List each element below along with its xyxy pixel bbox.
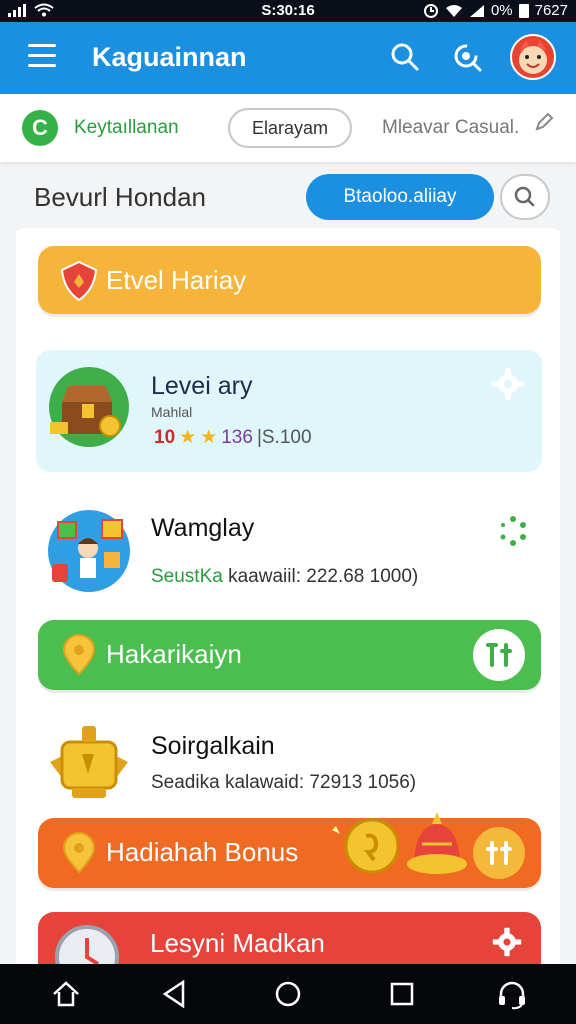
section-title: Bevurl Hondan	[34, 182, 206, 212]
casual-filter-link[interactable]: Mleavar Casual.	[382, 117, 519, 139]
back-icon[interactable]	[158, 978, 190, 1010]
location-pin-icon	[62, 634, 96, 676]
tools-icon	[486, 841, 512, 865]
tools-button[interactable]	[473, 827, 525, 879]
banner-label: Hadiahah Bonus	[106, 837, 299, 867]
refresh-icon[interactable]	[450, 40, 484, 74]
filter-bar: C Keytaıllanan Elarayam Mleavar Casual.	[0, 94, 576, 162]
status-bar: S:30:16 0% 7627	[0, 0, 576, 22]
battery-icon	[518, 3, 529, 18]
menu-icon[interactable]	[28, 44, 56, 70]
battery-level: 0%	[490, 2, 513, 19]
headset-icon[interactable]	[496, 978, 528, 1010]
category-pill-button[interactable]: Btaoloo.aliiay	[306, 174, 494, 220]
card-title: Soirgalkain	[151, 732, 275, 760]
pen-icon[interactable]	[534, 112, 554, 132]
loading-icon	[500, 516, 526, 546]
status-clock: 7627	[534, 2, 568, 19]
shield-icon	[60, 260, 98, 302]
gear-icon[interactable]	[490, 366, 526, 402]
card-ratings-count: 136	[221, 426, 253, 448]
app-bar: Kaguainnan	[0, 22, 576, 94]
card-tag: Mahlal	[151, 404, 193, 420]
game-card[interactable]: Soirgalkain Seadika kalawaid: 72913 1056…	[36, 708, 542, 808]
circle-home-icon[interactable]	[272, 978, 304, 1010]
card-plays: |S.100	[256, 426, 312, 448]
card-subtitle: SeustKa kaawaiil: 222.68 1000)	[151, 566, 418, 588]
treasure-chest-icon	[49, 367, 129, 447]
game-card[interactable]: Levei ary Mahlal 10 ★ ★ 136 |S.100	[36, 350, 542, 472]
banner-lesyni[interactable]: Lesyni Madkan	[38, 912, 541, 989]
card-stats: 10 ★ ★ 136 |S.100	[154, 426, 312, 449]
star-icon: ★	[179, 427, 197, 448]
brand-name[interactable]: Keytaıllanan	[74, 117, 179, 139]
search-icon[interactable]	[388, 40, 422, 74]
cell-icon	[469, 4, 484, 17]
app-title: Kaguainnan	[92, 42, 247, 72]
banner-hakari[interactable]: Hakarikaiyn	[38, 620, 541, 690]
tools-button[interactable]	[473, 629, 525, 681]
banner-level[interactable]: Etvel Hariay	[38, 246, 541, 314]
tools-icon	[486, 643, 512, 667]
section-search-button[interactable]	[500, 174, 550, 220]
search-icon	[514, 186, 535, 207]
card-title: Wamglay	[151, 514, 255, 542]
home-icon[interactable]	[50, 978, 82, 1010]
card-subtitle-highlight: SeustKa	[151, 566, 223, 587]
location-pin-icon	[62, 832, 96, 874]
star-icon: ★	[200, 427, 218, 448]
game-card[interactable]: Wamglay SeustKa kaawaiil: 222.68 1000)	[36, 494, 542, 604]
brand-logo: C	[22, 110, 58, 146]
navigation-bar	[0, 964, 576, 1024]
avatar[interactable]	[510, 34, 556, 80]
game-thumbnail-icon	[48, 510, 130, 592]
banner-label: Hakarikaiyn	[106, 639, 242, 669]
filter-chip[interactable]: Elarayam	[228, 108, 352, 148]
gear-icon[interactable]	[491, 926, 523, 958]
recents-icon[interactable]	[386, 978, 418, 1010]
card-rating: 10	[154, 426, 176, 448]
wifi-status-icon	[445, 4, 462, 17]
coin-icon	[332, 818, 398, 874]
banner-label: Lesyni Madkan	[150, 928, 325, 958]
card-title: Levei ary	[151, 372, 253, 400]
banner-label: Etvel Hariay	[106, 265, 247, 295]
gift-bell-icon	[407, 812, 467, 874]
alarm-icon	[423, 3, 438, 18]
trophy-icon	[50, 726, 128, 798]
banner-bonus[interactable]: Hadiahah Bonus	[38, 812, 541, 888]
card-subtitle-rest: kaawaiil: 222.68 1000)	[222, 566, 419, 587]
card-subtitle: Seadika kalawaid: 72913 1056)	[151, 772, 417, 793]
